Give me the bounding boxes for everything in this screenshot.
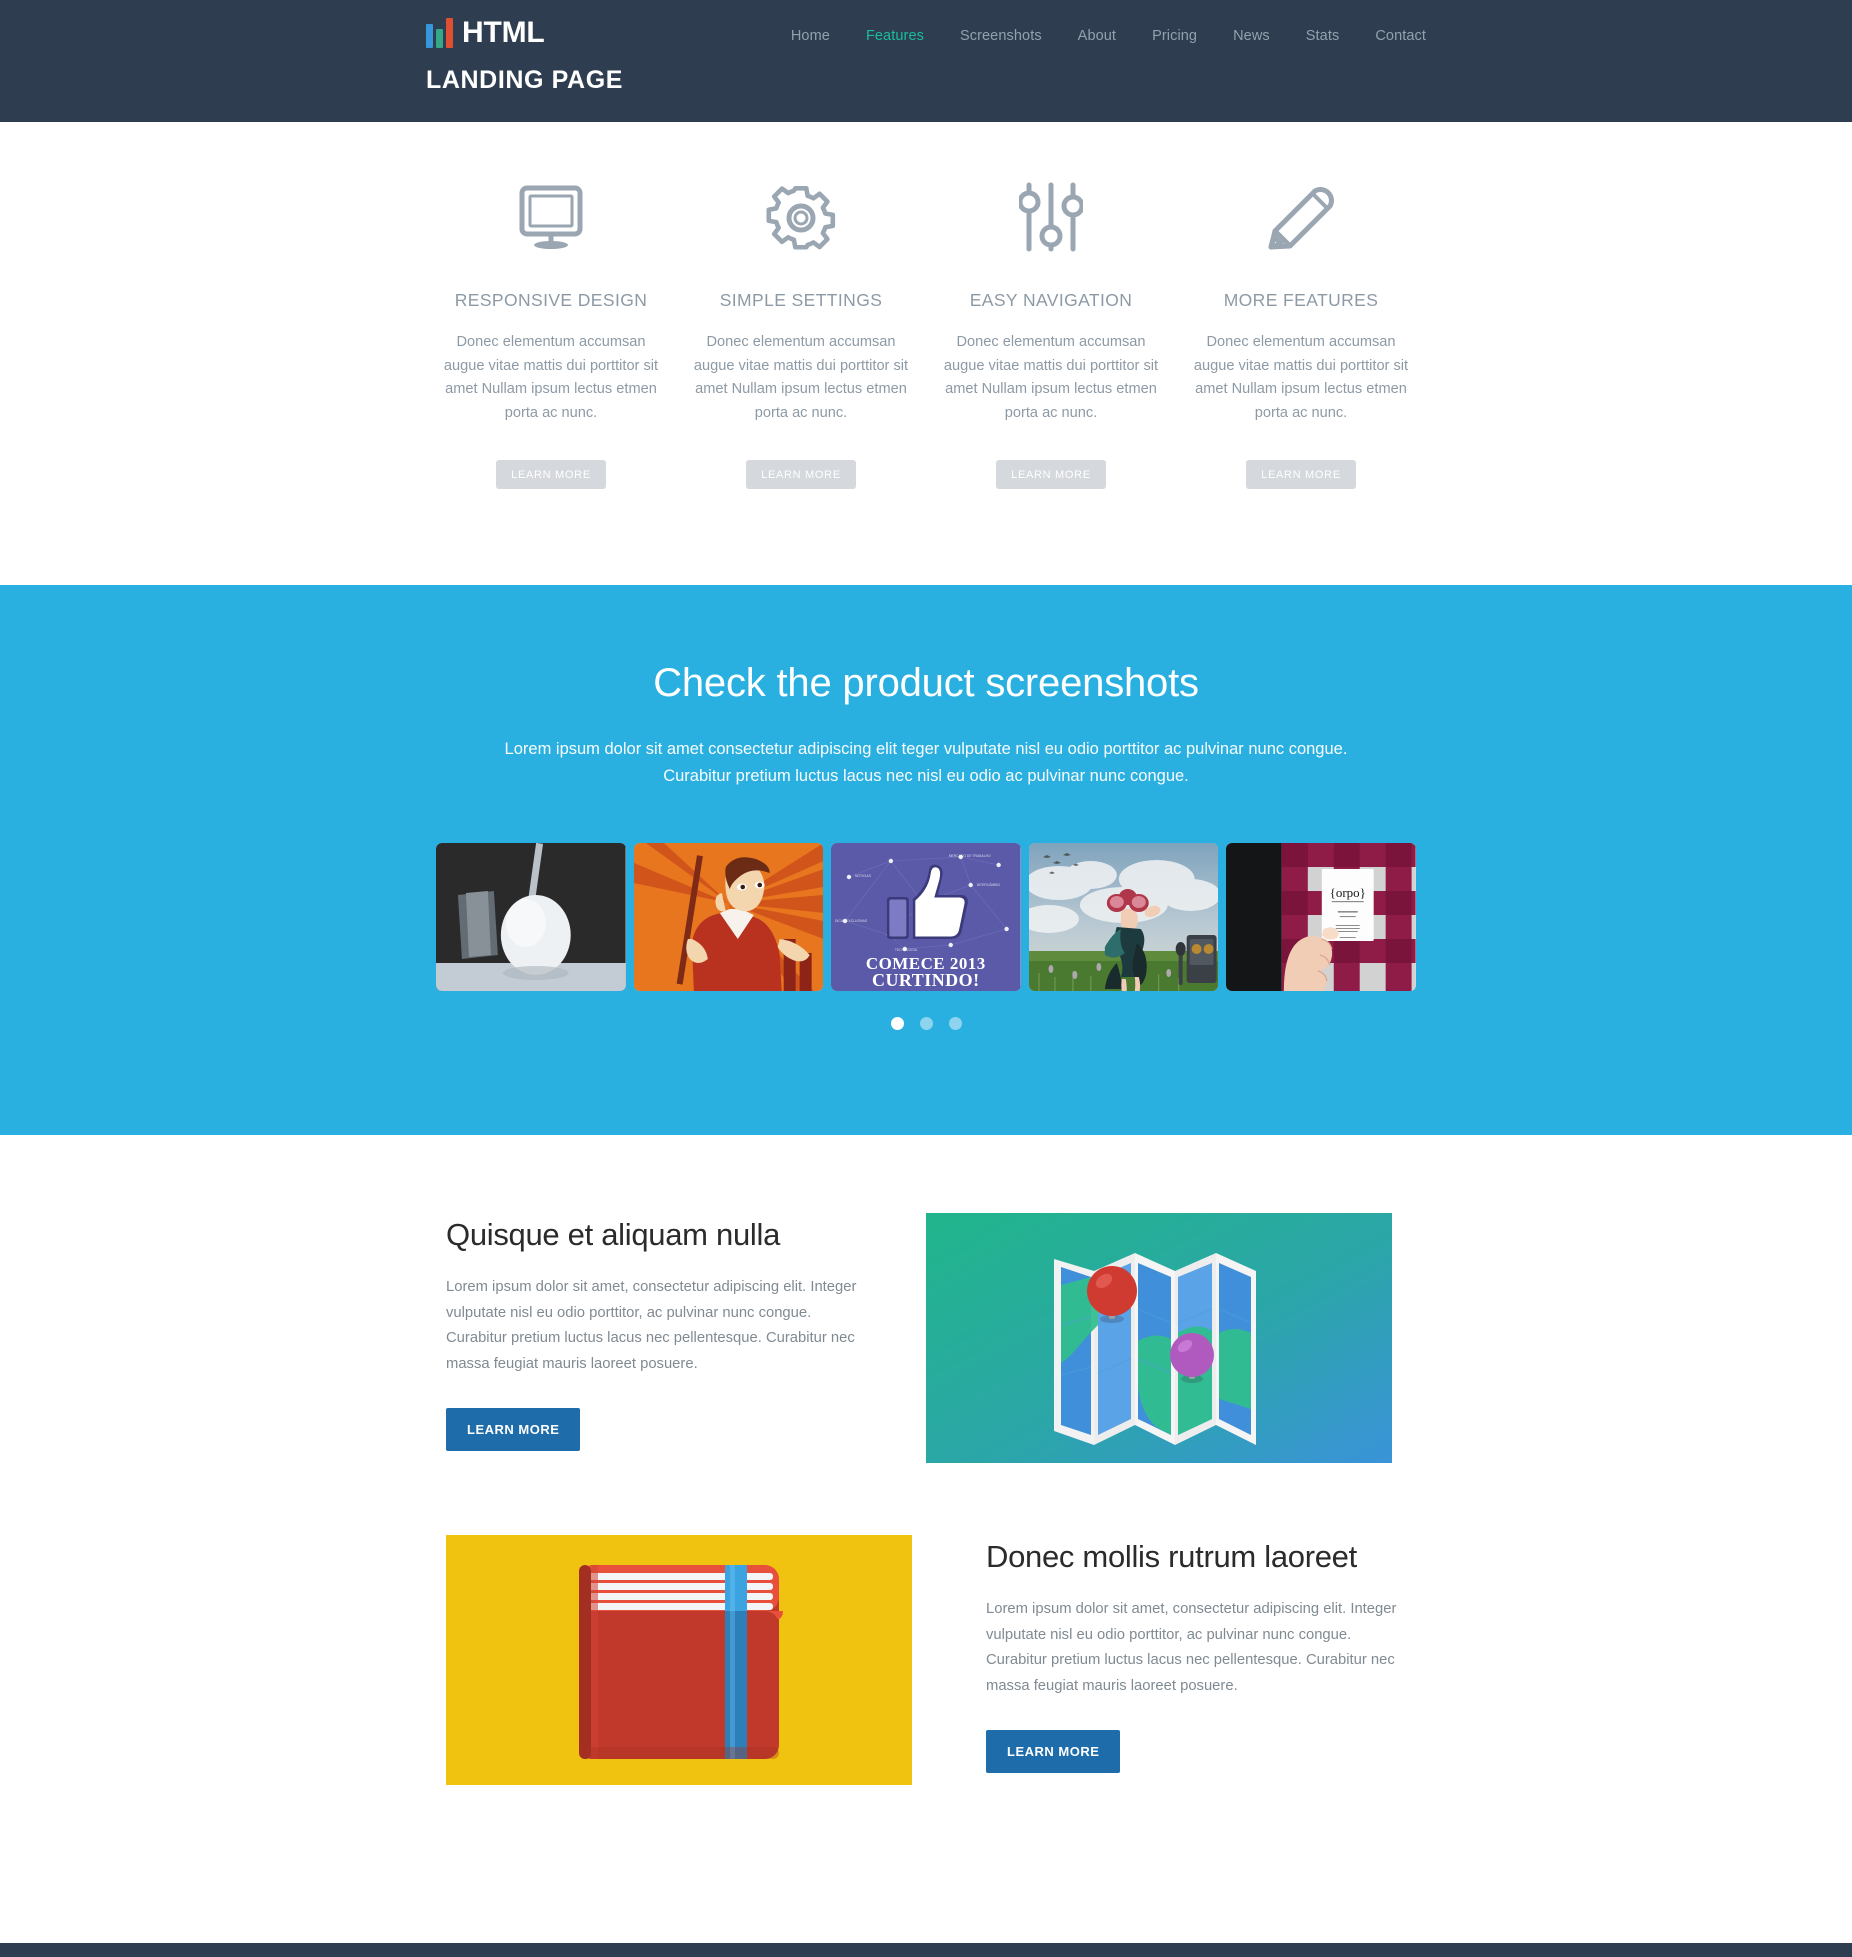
content-text-column: Donec mollis rutrum laoreet Lorem ipsum … (926, 1535, 1406, 1773)
site-footer (0, 1943, 1852, 1957)
feature-card-responsive-design: RESPONSIVE DESIGN Donec elementum accums… (426, 170, 676, 489)
nav-item-stats[interactable]: Stats (1288, 28, 1358, 44)
gear-icon (688, 170, 914, 266)
svg-text:{orpo}: {orpo} (1330, 885, 1366, 900)
content-text-column: Quisque et aliquam nulla Lorem ipsum dol… (446, 1213, 926, 1451)
carousel-dot-2[interactable] (919, 1017, 933, 1030)
carousel-dot-3[interactable] (948, 1017, 962, 1030)
screenshots-title: Check the product screenshots (653, 660, 1199, 705)
carousel-thumbnail-woman-in-field[interactable] (1028, 843, 1219, 991)
features-section: RESPONSIVE DESIGN Donec elementum accums… (0, 122, 1852, 585)
feature-card-more-features: MORE FEATURES Donec elementum accumsan a… (1176, 170, 1426, 489)
content-title: Quisque et aliquam nulla (446, 1217, 781, 1252)
nav-item-pricing[interactable]: Pricing (1134, 28, 1215, 44)
learn-more-button[interactable]: LEARN MORE (1246, 459, 1356, 489)
carousel-thumbnail-business-card[interactable]: {orpo} (1226, 843, 1416, 991)
content-paragraph: Lorem ipsum dolor sit amet, consectetur … (986, 1601, 1397, 1695)
learn-more-button[interactable]: LEARN MORE (996, 459, 1106, 489)
folded-map-illustration (926, 1213, 1392, 1463)
monitor-icon (438, 170, 664, 266)
main-navigation: Home Features Screenshots About Pricing … (773, 28, 1426, 44)
feature-text: Donec elementum accumsan augue vitae mat… (443, 334, 659, 421)
site-header: HTML LANDING PAGE Home Features Screensh… (0, 0, 1852, 122)
carousel-dots (0, 1017, 1852, 1030)
feature-title: MORE FEATURES (1223, 290, 1379, 310)
brand-subtitle: LANDING PAGE (426, 66, 624, 94)
carousel-thumbnail-golf-ball[interactable] (436, 843, 626, 991)
screenshots-subtitle-line2: Curabitur pretium luctus lacus nec nisl … (663, 767, 1189, 786)
brand-logo[interactable]: HTML (426, 18, 545, 48)
screenshots-subtitle: Lorem ipsum dolor sit amet consectetur a… (476, 736, 1376, 791)
content-row-donec: Donec mollis rutrum laoreet Lorem ipsum … (446, 1535, 1406, 1785)
feature-text: Donec elementum accumsan augue vitae mat… (693, 334, 909, 421)
feature-title: RESPONSIVE DESIGN (454, 290, 648, 310)
feature-card-easy-navigation: EASY NAVIGATION Donec elementum accumsan… (926, 170, 1176, 489)
feature-title: EASY NAVIGATION (969, 290, 1133, 310)
learn-more-button[interactable]: LEARN MORE (986, 1729, 1121, 1773)
nav-item-about[interactable]: About (1060, 28, 1134, 44)
svg-text:TECNOLOGIA: TECNOLOGIA (895, 948, 918, 952)
content-title: Donec mollis rutrum laoreet (986, 1539, 1357, 1574)
content-media-column (926, 1213, 1406, 1463)
content-media-column (446, 1535, 926, 1785)
content-section: Quisque et aliquam nulla Lorem ipsum dol… (0, 1135, 1852, 1785)
feature-card-simple-settings: SIMPLE SETTINGS Donec elementum accumsan… (676, 170, 926, 489)
learn-more-button[interactable]: LEARN MORE (746, 459, 856, 489)
content-paragraph: Lorem ipsum dolor sit amet, consectetur … (446, 1279, 857, 1373)
screenshot-carousel: NOTICIAS MERCADO DE TRABALHO INTERCÂMBIO… (436, 843, 1416, 991)
red-notebook-illustration (446, 1535, 912, 1785)
bar-chart-logo-icon (426, 18, 453, 48)
nav-item-features[interactable]: Features (848, 28, 942, 44)
header-inner: HTML LANDING PAGE Home Features Screensh… (426, 0, 1426, 122)
svg-text:NOTICIAS: NOTICIAS (855, 874, 872, 878)
screenshots-subtitle-line1: Lorem ipsum dolor sit amet consectetur a… (504, 739, 1348, 758)
pencil-icon (1188, 170, 1414, 266)
feature-title: SIMPLE SETTINGS (719, 290, 883, 310)
footer-spacer (0, 1857, 1852, 1943)
feature-text: Donec elementum accumsan augue vitae mat… (1193, 334, 1409, 421)
svg-text:MERCADO DE TRABALHO: MERCADO DE TRABALHO (949, 854, 991, 858)
learn-more-button[interactable]: LEARN MORE (496, 459, 606, 489)
landing-page: HTML LANDING PAGE Home Features Screensh… (0, 0, 1852, 1957)
carousel-thumbnail-thumbs-up-poster[interactable]: NOTICIAS MERCADO DE TRABALHO INTERCÂMBIO… (831, 843, 1021, 991)
carousel-thumbnail-man-with-flag[interactable] (633, 843, 824, 991)
sliders-icon (938, 170, 1164, 266)
content-row-quisque: Quisque et aliquam nulla Lorem ipsum dol… (446, 1213, 1406, 1463)
svg-text:CURTINDO!: CURTINDO! (872, 970, 980, 990)
svg-text:INTERCÂMBIO: INTERCÂMBIO (977, 882, 1001, 887)
nav-item-contact[interactable]: Contact (1357, 28, 1426, 44)
brand-name: HTML (462, 16, 545, 49)
learn-more-button[interactable]: LEARN MORE (446, 1407, 581, 1451)
nav-item-home[interactable]: Home (773, 28, 848, 44)
content-inner: Quisque et aliquam nulla Lorem ipsum dol… (446, 1213, 1406, 1785)
screenshots-section: Check the product screenshots Lorem ipsu… (0, 584, 1852, 1135)
features-grid: RESPONSIVE DESIGN Donec elementum accums… (426, 170, 1426, 489)
nav-item-news[interactable]: News (1215, 28, 1288, 44)
feature-text: Donec elementum accumsan augue vitae mat… (943, 334, 1159, 421)
carousel-dot-1[interactable] (890, 1017, 904, 1030)
svg-text:DICAS EXCLUSIVAS: DICAS EXCLUSIVAS (835, 919, 868, 923)
nav-item-screenshots[interactable]: Screenshots (942, 28, 1060, 44)
